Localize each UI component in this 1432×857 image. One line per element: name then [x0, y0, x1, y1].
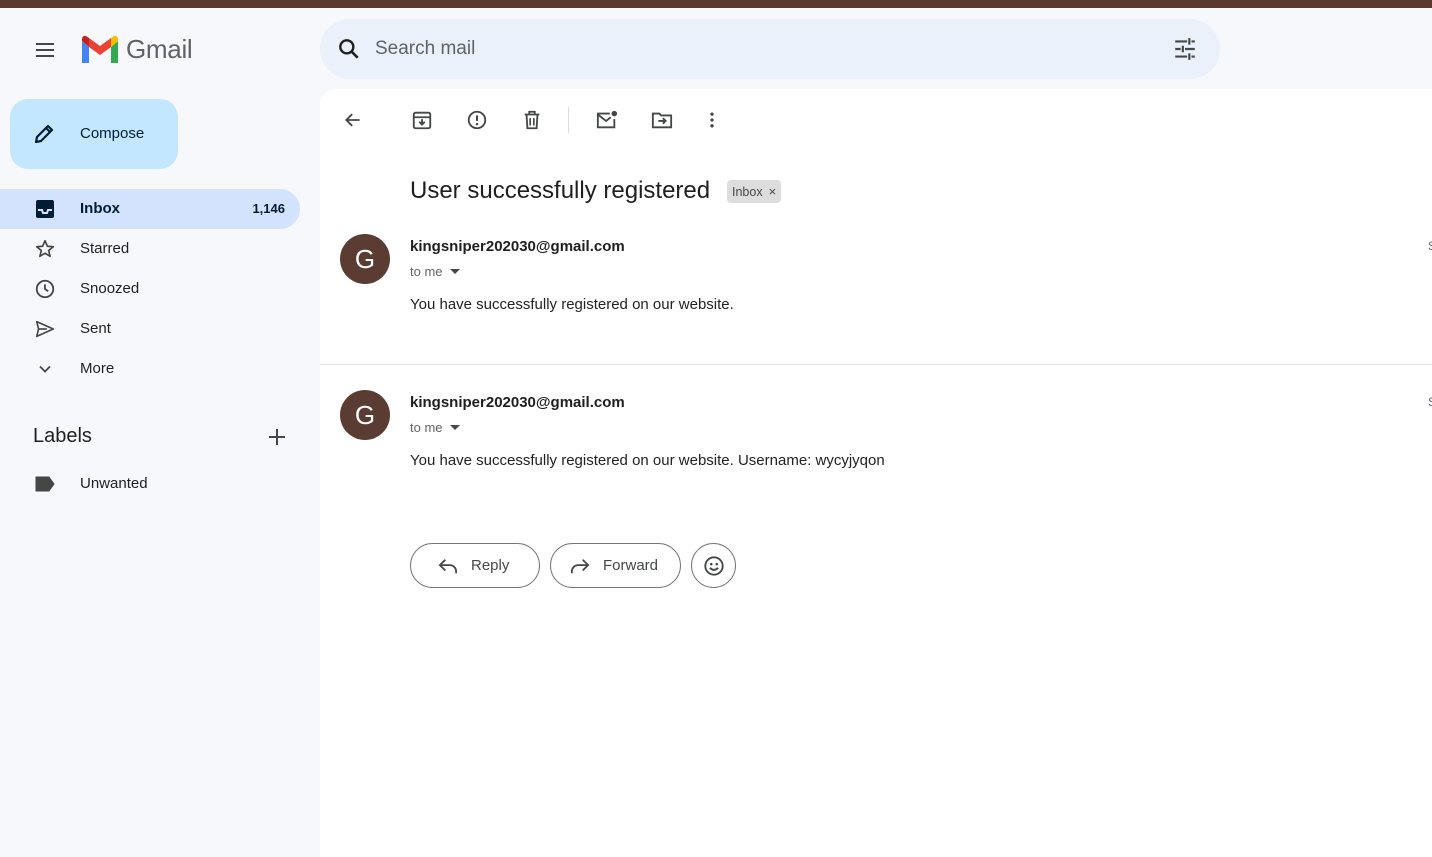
archive-icon	[412, 111, 432, 130]
header: Gmail	[0, 8, 1432, 90]
message-view: User successfully registered Inbox × G k…	[320, 89, 1432, 857]
inbox-label-chip: Inbox ×	[727, 180, 782, 203]
create-label-button[interactable]	[264, 424, 290, 450]
sidebar-item-label: Sent	[80, 320, 111, 337]
sidebar-item-label: Inbox	[80, 200, 120, 217]
sidebar: Compose Inbox 1,146 Starred Snoozed Sent…	[0, 90, 320, 857]
cut-off-timestamp: S	[1428, 239, 1432, 253]
sidebar-item-label: Snoozed	[80, 280, 140, 297]
back-button[interactable]	[338, 105, 368, 135]
sender-email[interactable]: kingsniper202030@gmail.com	[410, 238, 625, 255]
search-input[interactable]	[375, 19, 1155, 79]
labels-heading: Labels	[33, 425, 92, 447]
message-body: You have successfully registered on our …	[410, 296, 734, 313]
mark-unread-button[interactable]	[592, 105, 622, 135]
gmail-m-icon	[82, 35, 118, 63]
sidebar-item-label: Starred	[80, 240, 130, 257]
compose-label: Compose	[80, 125, 145, 142]
plus-icon	[269, 429, 285, 445]
label-icon	[33, 473, 57, 495]
move-to-folder-icon	[651, 112, 673, 129]
arrow-back-icon	[345, 113, 360, 127]
sidebar-item-inbox[interactable]: Inbox 1,146	[0, 189, 300, 229]
caret-down-icon	[449, 268, 460, 274]
sidebar-item-snoozed[interactable]: Snoozed	[0, 269, 300, 309]
pencil-icon	[34, 124, 54, 144]
search-bar	[320, 19, 1220, 79]
report-spam-icon	[467, 110, 487, 130]
search-icon[interactable]	[336, 36, 362, 62]
hamburger-icon	[36, 43, 54, 57]
toolbar-divider	[568, 107, 569, 133]
more-options-button[interactable]	[697, 105, 727, 135]
delete-button[interactable]	[517, 105, 547, 135]
report-spam-button[interactable]	[462, 105, 492, 135]
star-icon	[33, 238, 57, 260]
forward-label: Forward	[603, 557, 659, 574]
chevron-down-icon	[33, 358, 57, 380]
recipient-line[interactable]: to me	[410, 264, 461, 279]
sidebar-item-starred[interactable]: Starred	[0, 229, 300, 269]
sidebar-item-more[interactable]: More	[0, 349, 300, 389]
chip-label: Inbox	[732, 184, 763, 199]
mark-unread-icon	[596, 110, 618, 129]
sidebar-item-label: Unwanted	[80, 475, 148, 492]
avatar[interactable]: G	[340, 234, 390, 284]
caret-down-icon	[449, 424, 460, 430]
add-reaction-button[interactable]	[691, 543, 736, 588]
reply-icon	[437, 557, 459, 575]
message-body: You have successfully registered on our …	[410, 452, 885, 469]
search-options-icon[interactable]	[1172, 36, 1198, 62]
gmail-logo[interactable]: Gmail	[80, 34, 193, 65]
forward-button[interactable]: Forward	[550, 543, 681, 588]
reply-button[interactable]: Reply	[410, 543, 540, 588]
remove-label-icon[interactable]: ×	[769, 184, 777, 199]
avatar[interactable]: G	[340, 390, 390, 440]
sidebar-item-sent[interactable]: Sent	[0, 309, 300, 349]
reply-label: Reply	[471, 557, 510, 574]
window-top-strip	[0, 0, 1432, 8]
trash-icon	[524, 110, 540, 130]
app-name: Gmail	[126, 34, 193, 64]
move-to-button[interactable]	[647, 105, 677, 135]
emoji-icon	[703, 555, 724, 576]
recipient-label: to me	[410, 264, 443, 279]
cut-off-timestamp: S	[1428, 395, 1432, 409]
sidebar-item-unwanted[interactable]: Unwanted	[0, 464, 300, 504]
recipient-label: to me	[410, 420, 443, 435]
archive-button[interactable]	[407, 105, 437, 135]
unread-count: 1,146	[252, 201, 285, 216]
forward-icon	[569, 557, 591, 575]
inbox-icon	[33, 198, 57, 220]
sender-email[interactable]: kingsniper202030@gmail.com	[410, 394, 625, 411]
clock-icon	[33, 278, 57, 300]
email-subject: User successfully registered	[410, 177, 711, 204]
sidebar-item-label: More	[80, 360, 115, 377]
message-separator	[320, 364, 1432, 365]
compose-button[interactable]: Compose	[10, 99, 178, 169]
more-vert-icon	[710, 112, 714, 128]
main-menu-button[interactable]	[22, 27, 68, 73]
recipient-line[interactable]: to me	[410, 420, 461, 435]
send-icon	[33, 318, 57, 340]
